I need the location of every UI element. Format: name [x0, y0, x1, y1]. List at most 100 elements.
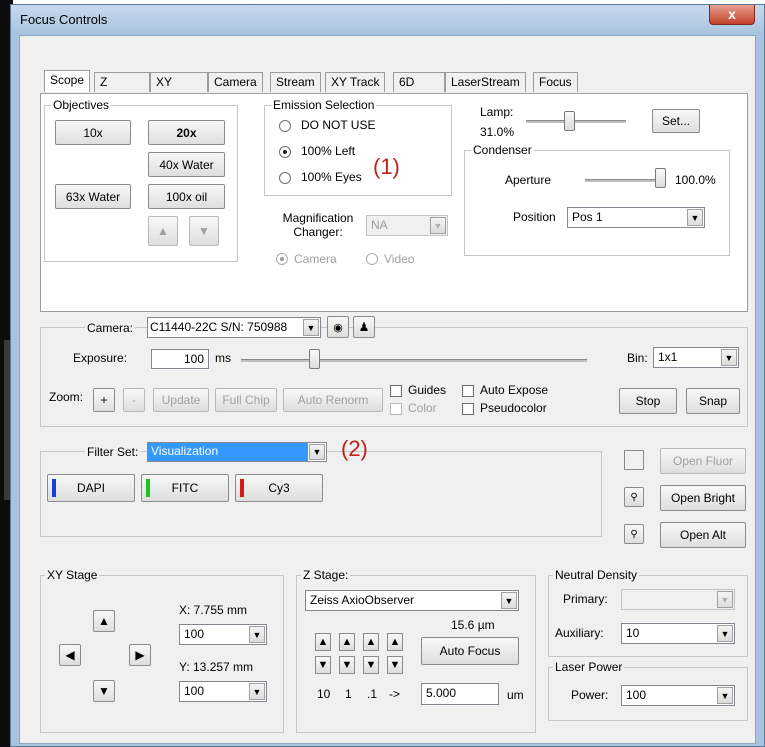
- xy-stage-group: XY Stage ▲ ◀ ▶ ▼ X: 7.755 mm 100 ▼ Y: 13…: [40, 568, 284, 733]
- z-up-10-icon[interactable]: ▲: [315, 633, 331, 651]
- aperture-value: 100.0%: [675, 173, 716, 187]
- lamp-slider[interactable]: [564, 111, 575, 131]
- bin-select[interactable]: 1x1 ▼: [653, 347, 739, 368]
- tab-stream[interactable]: Stream: [270, 72, 321, 92]
- z-step-label-1: 1: [345, 687, 352, 701]
- camera-icon[interactable]: ◉: [327, 316, 349, 338]
- dapi-color-swatch: [52, 479, 56, 497]
- z-drive-select[interactable]: Zeiss AxioObserver ▼: [305, 590, 519, 611]
- emission-do-not-use-label: DO NOT USE: [301, 118, 376, 132]
- laser-power-label: Laser Power: [553, 660, 625, 674]
- z-drive-value: Zeiss AxioObserver: [310, 593, 415, 607]
- objective-down-arrow-icon[interactable]: ▼: [189, 216, 219, 246]
- open-alt-button[interactable]: Open Alt: [660, 522, 746, 548]
- magnification-video-radio[interactable]: [366, 253, 378, 265]
- z-down-1-icon[interactable]: ▼: [339, 656, 355, 674]
- color-checkbox[interactable]: [390, 403, 402, 415]
- z-up-01-icon[interactable]: ▲: [363, 633, 379, 651]
- objective-100x-oil-button[interactable]: 100x oil: [148, 184, 225, 209]
- chevron-down-icon: ▼: [303, 319, 319, 336]
- x-position: X: 7.755 mm: [179, 603, 248, 617]
- laser-power-value: 100: [626, 688, 647, 702]
- person-icon[interactable]: ♟: [353, 316, 375, 338]
- aperture-slider[interactable]: [655, 168, 666, 188]
- full-chip-button[interactable]: Full Chip: [215, 388, 277, 412]
- stage-down-arrow-icon[interactable]: ▼: [93, 680, 115, 702]
- tab-xy[interactable]: XY: [150, 72, 208, 92]
- open-fluor-button[interactable]: Open Fluor: [660, 448, 746, 474]
- exposure-slider[interactable]: [309, 349, 320, 369]
- filter-set-select[interactable]: Visualization ▼: [147, 442, 327, 462]
- objective-20x-button[interactable]: 20x: [148, 120, 225, 145]
- primary-nd-select[interactable]: ▼: [621, 589, 735, 610]
- emission-100-eyes-radio[interactable]: [279, 172, 291, 184]
- auto-renorm-button[interactable]: Auto Renorm: [283, 388, 383, 412]
- chevron-down-icon: ▼: [721, 349, 737, 366]
- y-position: Y: 13.257 mm: [179, 660, 254, 674]
- emission-do-not-use-radio[interactable]: [279, 120, 291, 132]
- chevron-down-icon: ▼: [249, 683, 265, 700]
- tab-6d[interactable]: 6D: [393, 72, 445, 92]
- objective-10x-button[interactable]: 10x: [55, 120, 131, 145]
- z-position: 15.6 µm: [451, 618, 495, 632]
- tab-scope[interactable]: Scope: [44, 70, 91, 92]
- stage-right-arrow-icon[interactable]: ▶: [129, 644, 151, 666]
- z-down-10-icon[interactable]: ▼: [315, 656, 331, 674]
- window-title: Focus Controls: [20, 12, 108, 27]
- open-bright-button[interactable]: Open Bright: [660, 485, 746, 511]
- lamp-set-button[interactable]: Set...: [652, 109, 700, 133]
- y-step-select[interactable]: 100 ▼: [179, 681, 267, 702]
- camera-select[interactable]: C11440-22C S/N: 750988 ▼: [147, 317, 321, 338]
- z-up-1-icon[interactable]: ▲: [339, 633, 355, 651]
- auto-focus-button[interactable]: Auto Focus: [421, 637, 519, 665]
- cy3-button[interactable]: Cy3: [235, 474, 323, 502]
- title-bar[interactable]: Focus Controls x: [11, 5, 764, 35]
- lamp-value: 31.0%: [480, 125, 515, 139]
- zoom-out-button[interactable]: -: [123, 388, 145, 412]
- auxiliary-nd-select[interactable]: 10 ▼: [621, 623, 735, 644]
- exposure-unit: ms: [215, 351, 231, 365]
- scope-tab-area: Scope Z XY Camera Stream XY Track 6D Las…: [40, 70, 748, 312]
- z-step-input[interactable]: 5.000: [421, 683, 499, 705]
- objective-40x-water-button[interactable]: 40x Water: [148, 152, 225, 177]
- fitc-color-swatch: [146, 479, 150, 497]
- dapi-button[interactable]: DAPI: [47, 474, 135, 502]
- condenser-group: Condenser Aperture 100.0% Position Pos 1…: [464, 143, 730, 256]
- camera-value: C11440-22C S/N: 750988: [150, 320, 288, 334]
- tab-laserstream[interactable]: LaserStream: [445, 72, 526, 92]
- snap-button[interactable]: Snap: [686, 388, 740, 414]
- exposure-input[interactable]: 100: [151, 349, 209, 369]
- tab-focus[interactable]: Focus: [533, 72, 578, 92]
- guides-checkbox[interactable]: [390, 385, 402, 397]
- primary-label: Primary:: [563, 592, 608, 606]
- magnification-camera-radio[interactable]: [276, 253, 288, 265]
- objective-63x-water-button[interactable]: 63x Water: [55, 184, 131, 209]
- stage-up-arrow-icon[interactable]: ▲: [93, 610, 115, 632]
- chevron-down-icon: ▼: [309, 444, 325, 460]
- update-button[interactable]: Update: [153, 388, 209, 412]
- magnification-changer-select[interactable]: NA ▼: [366, 215, 448, 236]
- laser-power-select[interactable]: 100 ▼: [621, 685, 735, 706]
- auto-expose-checkbox[interactable]: [462, 385, 474, 397]
- tab-xy-track[interactable]: XY Track: [325, 72, 386, 92]
- magnification-camera-label: Camera: [294, 252, 337, 266]
- z-step-unit: um: [507, 688, 524, 702]
- stage-left-arrow-icon[interactable]: ◀: [59, 644, 81, 666]
- magnification-label-2: Changer:: [293, 225, 343, 239]
- pseudocolor-checkbox[interactable]: [462, 403, 474, 415]
- stop-button[interactable]: Stop: [619, 388, 677, 414]
- z-down-custom-icon[interactable]: ▼: [387, 656, 403, 674]
- fitc-button[interactable]: FITC: [141, 474, 229, 502]
- tab-z[interactable]: Z: [94, 72, 150, 92]
- objective-up-arrow-icon[interactable]: ▲: [148, 216, 178, 246]
- z-down-01-icon[interactable]: ▼: [363, 656, 379, 674]
- aperture-slider-track: [585, 179, 661, 182]
- zoom-in-button[interactable]: +: [93, 388, 115, 412]
- emission-100-left-radio[interactable]: [279, 146, 291, 158]
- z-up-custom-icon[interactable]: ▲: [387, 633, 403, 651]
- close-button[interactable]: x: [709, 5, 755, 25]
- tab-camera[interactable]: Camera: [208, 72, 263, 92]
- condenser-position-select[interactable]: Pos 1 ▼: [567, 207, 705, 228]
- x-step-select[interactable]: 100 ▼: [179, 624, 267, 645]
- bin-label: Bin:: [627, 351, 648, 365]
